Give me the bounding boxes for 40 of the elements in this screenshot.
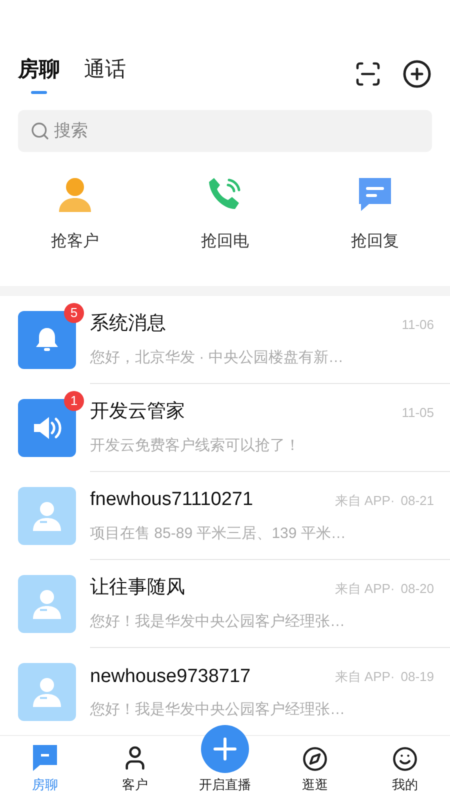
avatar-icon (18, 487, 76, 545)
nav-item[interactable]: 我的 (360, 746, 450, 794)
contact-name[interactable]: 系统消息 (90, 310, 402, 338)
nav-item[interactable]: 开启直播 (180, 724, 270, 794)
scan-icon[interactable] (354, 60, 382, 88)
action-label[interactable]: 抢回电 (201, 230, 249, 254)
source-label: 来自 APP· (334, 580, 395, 598)
message-date: 11-06 (402, 316, 434, 334)
avatar-icon (18, 575, 76, 633)
message-date: 08-20 (400, 580, 434, 598)
contact-name[interactable]: 开发云管家 (90, 398, 402, 426)
smile-icon (392, 746, 418, 772)
search-icon (30, 121, 50, 141)
message-preview: 开发云免费客户线索可以抢了！ (90, 436, 301, 456)
tab[interactable]: 房聊 (18, 54, 60, 94)
contact-name[interactable]: 让往事随风 (90, 574, 335, 602)
tab[interactable]: 通话 (84, 54, 126, 94)
unread-badge: 5 (64, 303, 84, 323)
message-preview: 您好！我是华发中央公园客户经理张… (90, 700, 346, 720)
search-input[interactable]: 搜索 (54, 118, 420, 144)
nav-item[interactable]: 客户 (90, 744, 180, 794)
nav-item[interactable]: 逛逛 (270, 746, 360, 794)
message-date: 11-05 (402, 404, 434, 422)
action-label[interactable]: 抢回复 (351, 230, 399, 254)
message-date: 08-19 (400, 668, 434, 686)
chat-icon (32, 744, 58, 772)
contact-name[interactable]: newhouse9738717 (90, 662, 335, 691)
message-date: 08-21 (400, 492, 434, 510)
message-preview: 您好，北京华发 · 中央公园楼盘有新… (90, 348, 344, 368)
add-icon[interactable] (402, 59, 432, 89)
search-bar[interactable]: 搜索 (18, 110, 432, 152)
contact-name[interactable]: fnewhous71110271 (90, 486, 335, 514)
source-label: 来自 APP· (334, 492, 395, 510)
avatar-icon (18, 663, 76, 721)
message-preview: 您好！我是华发中央公园客户经理张… (90, 612, 346, 632)
action-label[interactable]: 抢客户 (51, 230, 99, 254)
message-preview: 项目在售 85-89 平米三居、139 平米… (90, 524, 347, 544)
compass-icon (302, 746, 328, 772)
unread-badge: 1 (64, 391, 84, 411)
source-label: 来自 APP· (334, 668, 395, 686)
